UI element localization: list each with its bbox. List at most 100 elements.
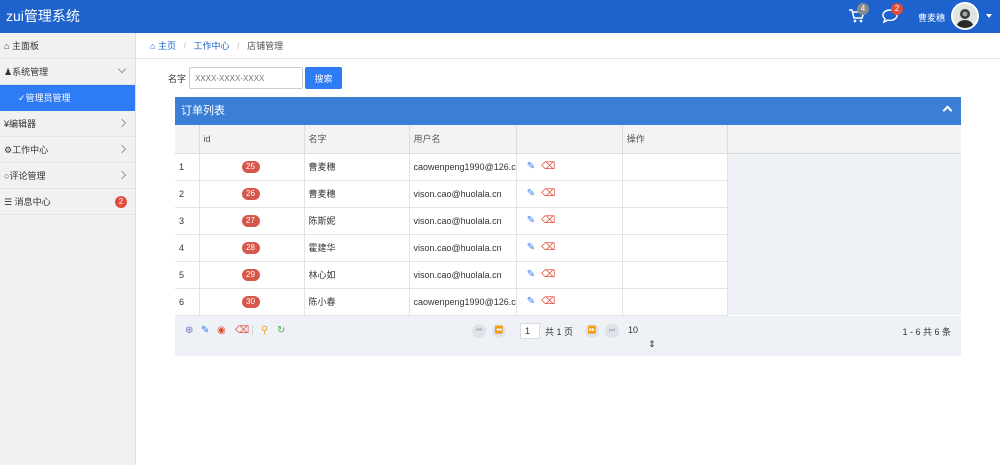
search-label: 名字	[168, 74, 187, 84]
row-name: 陈小春	[304, 288, 410, 316]
row-name: 霍建华	[304, 234, 410, 262]
select-arrows-icon: ⇕	[648, 339, 656, 349]
row-number: 3	[175, 207, 200, 235]
row-actions: ✎ ⌫	[516, 288, 623, 316]
sidebar-item-work-center[interactable]: ⚙工作中心	[0, 137, 135, 163]
breadcrumb-separator: /	[237, 41, 240, 51]
order-table: id 名字 用户名 操作 1 25 曹麦穗 caowenpeng1990@126.c ✎…	[175, 125, 961, 316]
id-badge: 27	[241, 214, 260, 227]
breadcrumb-separator: /	[183, 41, 186, 51]
search-input[interactable]	[189, 67, 303, 89]
row-number: 6	[175, 288, 200, 316]
edit-icon[interactable]: ✎	[201, 325, 209, 336]
table-header	[727, 125, 961, 154]
row-id: 26	[199, 180, 305, 208]
page-size-select[interactable]: 10 ⇕	[624, 323, 668, 349]
prev-page-icon[interactable]: ⏪	[492, 324, 506, 338]
row-username: vison.cao@huolala.cn	[409, 180, 517, 208]
sidebar-item-editor[interactable]: ¥编辑器	[0, 111, 135, 137]
edit-icon[interactable]: ✎	[527, 215, 535, 226]
table-row[interactable]: 1 25 曹麦穗 caowenpeng1990@126.c ✎ ⌫	[175, 153, 961, 181]
list-icon: ☰	[4, 197, 13, 207]
table-row[interactable]: 3 27 陈斯妮 vison.cao@huolala.cn ✎ ⌫	[175, 207, 961, 235]
row-username: vison.cao@huolala.cn	[409, 207, 517, 235]
table-toolbar: ⊕ ✎ ◉ ⌫ | ⚲ ↻ ⏮ ⏪ 1 共 1 页 ⏩ ⏭ 10 ⇕ 1 - 6…	[175, 319, 961, 349]
record-summary: 1 - 6 共 6 条	[902, 327, 951, 337]
view-icon[interactable]: ◉	[217, 325, 226, 336]
row-operation	[622, 234, 728, 262]
sidebar-item-comments[interactable]: ○评论管理	[0, 163, 135, 189]
chevron-down-icon	[117, 64, 127, 74]
row-operation	[622, 261, 728, 289]
table-header[interactable]: id	[199, 125, 305, 154]
search-button[interactable]: 搜索	[305, 67, 342, 89]
row-filler	[727, 153, 961, 180]
row-username: vison.cao@huolala.cn	[409, 234, 517, 262]
refresh-icon[interactable]: ↻	[277, 325, 285, 336]
app-title[interactable]: zui管理系统	[6, 6, 80, 26]
row-actions: ✎ ⌫	[516, 153, 623, 181]
edit-icon[interactable]: ✎	[527, 242, 535, 253]
table-row[interactable]: 5 29 林心如 vison.cao@huolala.cn ✎ ⌫	[175, 261, 961, 289]
edit-icon[interactable]: ✎	[527, 188, 535, 199]
chevron-right-icon	[117, 144, 127, 154]
breadcrumb-work-center[interactable]: 工作中心	[194, 41, 230, 51]
breadcrumb-home[interactable]: ⌂ 主页	[150, 41, 176, 51]
breadcrumb: ⌂ 主页 / 工作中心 / 店铺管理	[136, 33, 1000, 59]
row-operation	[622, 180, 728, 208]
chevron-right-icon	[117, 170, 127, 180]
delete-icon[interactable]: ⌫	[541, 269, 555, 280]
delete-icon[interactable]: ⌫	[235, 325, 249, 336]
row-operation	[622, 288, 728, 316]
edit-icon[interactable]: ✎	[527, 161, 535, 172]
chevron-up-icon[interactable]	[942, 105, 953, 116]
table-header[interactable]: 名字	[304, 125, 410, 154]
row-operation	[622, 153, 728, 181]
row-actions: ✎ ⌫	[516, 180, 623, 208]
sidebar-item-dashboard[interactable]: ⌂ 主面板	[0, 33, 135, 59]
first-page-icon[interactable]: ⏮	[472, 324, 486, 338]
sidebar-item-system[interactable]: ♟系统管理	[0, 59, 135, 85]
panel-header: 订单列表	[175, 97, 961, 125]
last-page-icon[interactable]: ⏭	[605, 324, 619, 338]
edit-icon[interactable]: ✎	[527, 269, 535, 280]
id-badge: 26	[241, 187, 260, 200]
sidebar-item-admin[interactable]: ✓管理员管理	[0, 85, 135, 111]
row-name: 陈斯妮	[304, 207, 410, 235]
delete-icon[interactable]: ⌫	[541, 161, 555, 172]
sidebar-item-messages[interactable]: ☰ 消息中心 2	[0, 189, 135, 215]
next-page-icon[interactable]: ⏩	[585, 324, 599, 338]
table-row[interactable]: 4 28 霍建华 vison.cao@huolala.cn ✎ ⌫	[175, 234, 961, 262]
user-dropdown-caret-icon[interactable]	[986, 14, 992, 18]
sidebar-item-label: 主面板	[11, 41, 39, 51]
table-row[interactable]: 2 26 曹麦穗 vison.cao@huolala.cn ✎ ⌫	[175, 180, 961, 208]
row-actions: ✎ ⌫	[516, 234, 623, 262]
user-name[interactable]: 曹麦穗	[918, 11, 945, 24]
delete-icon[interactable]: ⌫	[541, 215, 555, 226]
row-name: 曹麦穗	[304, 180, 410, 208]
table-header[interactable]: 用户名	[409, 125, 517, 154]
sidebar-item-label: 编辑器	[9, 119, 37, 129]
avatar[interactable]	[951, 2, 979, 30]
table-header: 操作	[622, 125, 728, 154]
delete-icon[interactable]: ⌫	[541, 296, 555, 307]
top-navbar: zui管理系统 4 2 曹麦穗	[0, 0, 1000, 33]
row-number: 4	[175, 234, 200, 262]
id-badge: 29	[241, 268, 260, 281]
row-username: caowenpeng1990@126.c	[409, 288, 517, 316]
delete-icon[interactable]: ⌫	[541, 242, 555, 253]
edit-icon[interactable]: ✎	[527, 296, 535, 307]
row-filler	[727, 180, 961, 207]
page-number-input[interactable]: 1	[520, 323, 540, 339]
row-number: 2	[175, 180, 200, 208]
id-badge: 28	[241, 241, 260, 254]
cogs-icon: ⚙	[4, 145, 13, 155]
row-operation	[622, 207, 728, 235]
table-row[interactable]: 6 30 陈小春 caowenpeng1990@126.c ✎ ⌫	[175, 288, 961, 316]
panel-title: 订单列表	[181, 105, 225, 117]
row-username: vison.cao@huolala.cn	[409, 261, 517, 289]
delete-icon[interactable]: ⌫	[541, 188, 555, 199]
total-pages: 共 1 页	[545, 327, 574, 337]
search-icon[interactable]: ⚲	[261, 325, 268, 336]
add-icon[interactable]: ⊕	[185, 325, 193, 336]
